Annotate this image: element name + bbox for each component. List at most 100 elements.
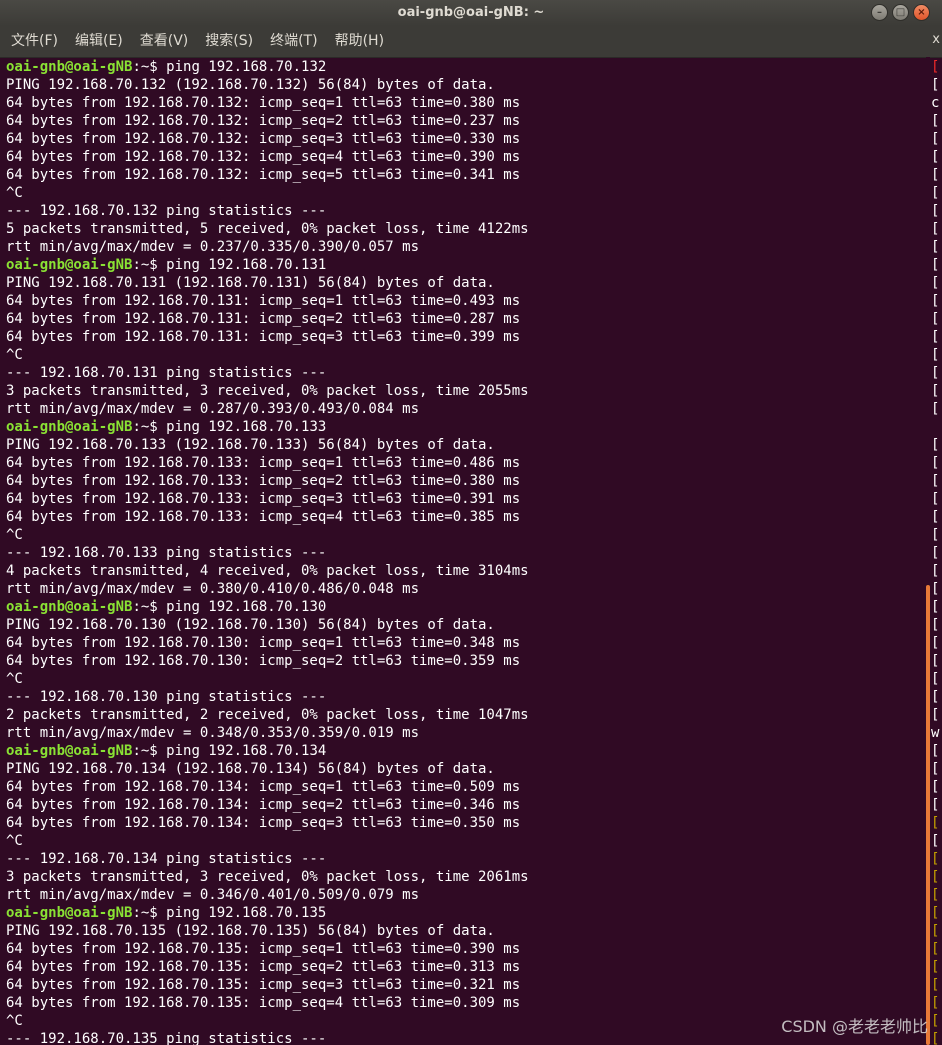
output-text: 64 bytes from 192.168.70.130: icmp_seq=2… (6, 653, 521, 669)
terminal-output[interactable]: oai-gnb@oai-gNB:~$ ping 192.168.70.132 PI… (0, 57, 928, 1045)
adjacent-output-char: [ (931, 59, 940, 75)
adjacent-output-char: [ (931, 581, 940, 597)
output-text: 64 bytes from 192.168.70.132: icmp_seq=5… (6, 167, 521, 183)
output-text: 64 bytes from 192.168.70.135: icmp_seq=3… (6, 977, 521, 993)
maximize-button[interactable]: □ (892, 4, 909, 21)
output-text: rtt min/avg/max/mdev = 0.380/0.410/0.486… (6, 581, 420, 597)
output-line: 64 bytes from 192.168.70.130: icmp_seq=1… (6, 634, 928, 652)
output-text: 64 bytes from 192.168.70.131: icmp_seq=3… (6, 329, 521, 345)
adjacent-output-char (931, 418, 942, 436)
output-line: rtt min/avg/max/mdev = 0.287/0.393/0.493… (6, 400, 928, 418)
output-text: 64 bytes from 192.168.70.134: icmp_seq=3… (6, 815, 521, 831)
prompt-suffix: :~$ (132, 59, 167, 75)
menu-file[interactable]: 文件(F) (5, 26, 64, 57)
output-text: 64 bytes from 192.168.70.131: icmp_seq=2… (6, 311, 521, 327)
output-line: 64 bytes from 192.168.70.132: icmp_seq=4… (6, 148, 928, 166)
menubar-close-icon[interactable]: x (932, 32, 940, 47)
adjacent-output-char: [ (931, 275, 940, 291)
output-text: ^C (6, 527, 23, 543)
adjacent-output-char: [ (931, 509, 940, 525)
output-line: 64 bytes from 192.168.70.132: icmp_seq=3… (6, 130, 928, 148)
output-line: 64 bytes from 192.168.70.133: icmp_seq=4… (6, 508, 928, 526)
adjacent-output-char: [ (931, 149, 940, 165)
output-text: PING 192.168.70.134 (192.168.70.134) 56(… (6, 761, 495, 777)
output-text: rtt min/avg/max/mdev = 0.346/0.401/0.509… (6, 887, 420, 903)
adjacent-output-char: [ (931, 455, 940, 471)
output-line: rtt min/avg/max/mdev = 0.237/0.335/0.390… (6, 238, 928, 256)
output-line: 2 packets transmitted, 2 received, 0% pa… (6, 706, 928, 724)
adjacent-output-char: [ (931, 563, 940, 579)
output-text: 64 bytes from 192.168.70.130: icmp_seq=1… (6, 635, 521, 651)
output-line: 5 packets transmitted, 5 received, 0% pa… (6, 220, 928, 238)
menu-terminal[interactable]: 终端(T) (264, 26, 323, 57)
output-text: PING 192.168.70.130 (192.168.70.130) 56(… (6, 617, 495, 633)
output-text: 64 bytes from 192.168.70.131: icmp_seq=1… (6, 293, 521, 309)
output-line: ^C (6, 832, 928, 850)
output-line: 64 bytes from 192.168.70.134: icmp_seq=2… (6, 796, 928, 814)
output-line: ^C (6, 184, 928, 202)
prompt-suffix: :~$ (132, 419, 167, 435)
adjacent-output-char: [ (931, 707, 940, 723)
adjacent-output-char: [ (931, 437, 940, 453)
adjacent-output-char: [ (931, 743, 940, 759)
adjacent-output-char: [ (931, 779, 940, 795)
output-text: PING 192.168.70.132 (192.168.70.132) 56(… (6, 77, 495, 93)
scrollbar-thumb[interactable] (926, 585, 930, 1045)
menu-help[interactable]: 帮助(H) (329, 26, 390, 57)
command-line: oai-gnb@oai-gNB:~$ ping 192.168.70.135 (6, 904, 928, 922)
output-line: 64 bytes from 192.168.70.131: icmp_seq=1… (6, 292, 928, 310)
command-line: oai-gnb@oai-gNB:~$ ping 192.168.70.131 (6, 256, 928, 274)
command-line: oai-gnb@oai-gNB:~$ ping 192.168.70.132 (6, 58, 928, 76)
command-line: oai-gnb@oai-gNB:~$ ping 192.168.70.130 (6, 598, 928, 616)
adjacent-output-char: [ (931, 473, 940, 489)
prompt-suffix: :~$ (132, 599, 167, 615)
adjacent-output-char: [ (931, 383, 940, 399)
adjacent-output-char: [ (931, 1031, 940, 1045)
output-text: PING 192.168.70.133 (192.168.70.133) 56(… (6, 437, 495, 453)
output-line: 4 packets transmitted, 4 received, 0% pa… (6, 562, 928, 580)
output-line: 64 bytes from 192.168.70.134: icmp_seq=1… (6, 778, 928, 796)
adjacent-output-char: [ (931, 653, 940, 669)
shell-prompt: oai-gnb@oai-gNB (6, 257, 133, 273)
output-text: rtt min/avg/max/mdev = 0.237/0.335/0.390… (6, 239, 420, 255)
minimize-button[interactable]: – (871, 4, 888, 21)
output-text: 2 packets transmitted, 2 received, 0% pa… (6, 707, 529, 723)
output-text: 64 bytes from 192.168.70.135: icmp_seq=2… (6, 959, 521, 975)
adjacent-output-char: [ (931, 887, 940, 903)
adjacent-output-char: [ (931, 347, 940, 363)
adjacent-output-char: [ (931, 77, 940, 93)
output-line: 64 bytes from 192.168.70.130: icmp_seq=2… (6, 652, 928, 670)
command-text: ping 192.168.70.135 (166, 905, 327, 921)
output-line: --- 192.168.70.130 ping statistics --- (6, 688, 928, 706)
adjacent-output-char: [ (931, 941, 940, 957)
menu-search[interactable]: 搜索(S) (199, 26, 259, 57)
output-line: 64 bytes from 192.168.70.135: icmp_seq=3… (6, 976, 928, 994)
output-text: 64 bytes from 192.168.70.132: icmp_seq=2… (6, 113, 521, 129)
output-text: --- 192.168.70.134 ping statistics --- (6, 851, 327, 867)
command-line: oai-gnb@oai-gNB:~$ ping 192.168.70.134 (6, 742, 928, 760)
output-text: 64 bytes from 192.168.70.133: icmp_seq=3… (6, 491, 521, 507)
close-button[interactable]: × (913, 4, 930, 21)
shell-prompt: oai-gnb@oai-gNB (6, 59, 133, 75)
output-line: PING 192.168.70.133 (192.168.70.133) 56(… (6, 436, 928, 454)
adjacent-output-char: [ (931, 185, 940, 201)
output-text: 64 bytes from 192.168.70.133: icmp_seq=1… (6, 455, 521, 471)
output-text: 64 bytes from 192.168.70.134: icmp_seq=2… (6, 797, 521, 813)
adjacent-output-char: [ (931, 851, 940, 867)
output-line: PING 192.168.70.134 (192.168.70.134) 56(… (6, 760, 928, 778)
command-text: ping 192.168.70.133 (166, 419, 327, 435)
window-titlebar[interactable]: oai-gnb@oai-gNB: ~ – □ × (0, 0, 942, 26)
adjacent-output-char: [ (931, 239, 940, 255)
menu-edit[interactable]: 编辑(E) (69, 26, 129, 57)
output-line: 64 bytes from 192.168.70.133: icmp_seq=2… (6, 472, 928, 490)
adjacent-output-char: [ (931, 797, 940, 813)
output-line: 64 bytes from 192.168.70.133: icmp_seq=1… (6, 454, 928, 472)
command-text: ping 192.168.70.130 (166, 599, 327, 615)
output-line: 64 bytes from 192.168.70.135: icmp_seq=4… (6, 994, 928, 1012)
menu-view[interactable]: 查看(V) (134, 26, 195, 57)
output-text: rtt min/avg/max/mdev = 0.287/0.393/0.493… (6, 401, 420, 417)
adjacent-output-char: [ (931, 671, 940, 687)
output-line: --- 192.168.70.131 ping statistics --- (6, 364, 928, 382)
output-text: ^C (6, 833, 23, 849)
output-line: 64 bytes from 192.168.70.135: icmp_seq=2… (6, 958, 928, 976)
